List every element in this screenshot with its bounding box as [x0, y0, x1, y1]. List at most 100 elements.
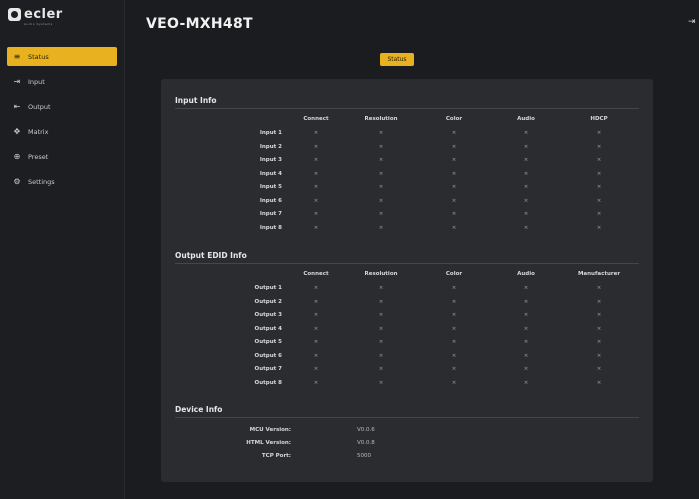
- table-cell: ×: [451, 170, 457, 177]
- table-cell: ×: [313, 184, 319, 190]
- column-header: Audio: [517, 116, 535, 122]
- table-cell: ×: [378, 352, 384, 359]
- input-info-header-row: Connect Resolution Color Audio HDCP: [161, 116, 653, 129]
- sidebar-item-label: Status: [28, 52, 49, 61]
- sidebar-item-status[interactable]: ≡ Status: [7, 47, 117, 66]
- table-cell: ×: [523, 379, 529, 386]
- table-row: Input 3 × × × × ×: [161, 157, 653, 170]
- table-cell: ×: [313, 224, 319, 231]
- table-cell: ×: [313, 298, 319, 305]
- sidebar-item-label: Preset: [28, 152, 49, 161]
- table-cell: ×: [596, 170, 602, 177]
- table-cell: ×: [596, 352, 602, 359]
- logout-icon[interactable]: ⇥: [688, 17, 696, 27]
- table-cell: ×: [451, 366, 457, 372]
- sidebar-item-matrix[interactable]: ✥ Matrix: [7, 122, 117, 141]
- table-cell: ×: [596, 197, 602, 204]
- table-cell: ×: [451, 143, 457, 150]
- output-info-header-row: Connect Resolution Color Audio Manufacturer: [161, 271, 653, 284]
- table-cell: ×: [313, 379, 319, 386]
- table-cell: ×: [596, 224, 602, 231]
- table-row: Output 6 × × × × ×: [161, 353, 653, 366]
- sidebar-item-settings[interactable]: ⚙ Settings: [7, 172, 117, 191]
- output-info-divider: [175, 263, 639, 264]
- output-info-title: Output EDID Info: [175, 251, 247, 260]
- table-cell: ×: [451, 184, 457, 190]
- table-cell: ×: [523, 211, 529, 217]
- column-header: Manufacturer: [577, 271, 621, 277]
- table-cell: ×: [451, 197, 457, 204]
- device-info-label: HTML Version:: [246, 440, 291, 446]
- table-row: Input 7 × × × × ×: [161, 211, 653, 224]
- table-cell: ×: [378, 170, 384, 177]
- column-header: Color: [445, 271, 463, 277]
- table-cell: ×: [378, 366, 384, 372]
- status-tab[interactable]: Status: [380, 53, 414, 66]
- table-cell: ×: [313, 143, 319, 150]
- table-cell: ×: [596, 285, 602, 291]
- row-label: Input 3: [259, 157, 282, 163]
- status-icon: ≡: [13, 52, 21, 61]
- column-header: Resolution: [364, 116, 398, 122]
- status-panel: Input Info Connect Resolution Color Audio HD…: [161, 79, 653, 482]
- row-label: Output 2: [254, 298, 282, 305]
- matrix-icon: ✥: [13, 127, 21, 136]
- table-cell: ×: [523, 184, 529, 190]
- table-cell: ×: [378, 184, 384, 190]
- row-label: Output 7: [254, 366, 282, 372]
- table-cell: ×: [451, 352, 457, 359]
- table-cell: ×: [378, 325, 384, 332]
- table-cell: ×: [523, 130, 529, 136]
- table-row: Output 4 × × × × ×: [161, 326, 653, 339]
- table-cell: ×: [596, 325, 602, 332]
- table-cell: ×: [523, 298, 529, 305]
- page-title: VEO-MXH48T: [146, 16, 253, 32]
- column-header: Color: [445, 116, 463, 122]
- row-label: Input 2: [259, 143, 282, 150]
- column-header: Resolution: [364, 271, 398, 277]
- logo-mark-icon: [8, 8, 21, 21]
- table-cell: ×: [378, 157, 384, 163]
- row-label: Input 7: [259, 211, 282, 217]
- ecler-logo[interactable]: ecler: [8, 7, 63, 22]
- table-cell: ×: [313, 366, 319, 372]
- table-cell: ×: [523, 224, 529, 231]
- row-label: Output 6: [254, 352, 282, 359]
- table-cell: ×: [313, 197, 319, 204]
- table-row: Input 1 × × × × ×: [161, 130, 653, 143]
- column-header: Audio: [517, 271, 535, 277]
- sidebar-item-preset[interactable]: ⊕ Preset: [7, 147, 117, 166]
- preset-icon: ⊕: [13, 152, 21, 161]
- column-header: HDCP: [590, 116, 608, 122]
- table-cell: ×: [596, 130, 602, 136]
- table-cell: ×: [378, 285, 384, 291]
- sidebar-item-input[interactable]: ⇥ Input: [7, 72, 117, 91]
- table-cell: ×: [523, 312, 529, 318]
- table-cell: ×: [378, 224, 384, 231]
- table-row: Output 3 × × × × ×: [161, 312, 653, 325]
- table-row: Input 5 × × × × ×: [161, 184, 653, 197]
- table-row: Input 8 × × × × ×: [161, 225, 653, 238]
- table-cell: ×: [596, 298, 602, 305]
- device-info-divider: [175, 417, 639, 418]
- device-info-value: V0.0.8: [357, 440, 375, 446]
- row-label: Input 6: [259, 197, 282, 204]
- row-label: Output 5: [254, 339, 282, 345]
- sidebar: ecler Audio Systems ≡ Status ⇥ Input ⇤ Output…: [0, 0, 125, 499]
- sidebar-item-output[interactable]: ⇤ Output: [7, 97, 117, 116]
- table-cell: ×: [378, 143, 384, 150]
- table-cell: ×: [313, 157, 319, 163]
- table-cell: ×: [596, 339, 602, 345]
- table-cell: ×: [313, 339, 319, 345]
- table-cell: ×: [523, 325, 529, 332]
- row-label: Input 4: [259, 170, 282, 177]
- table-cell: ×: [313, 325, 319, 332]
- table-cell: ×: [523, 366, 529, 372]
- table-cell: ×: [378, 211, 384, 217]
- table-cell: ×: [451, 325, 457, 332]
- table-cell: ×: [313, 352, 319, 359]
- table-row: Input 2 × × × × ×: [161, 144, 653, 157]
- table-cell: ×: [451, 312, 457, 318]
- table-cell: ×: [378, 298, 384, 305]
- row-label: Output 1: [254, 285, 282, 291]
